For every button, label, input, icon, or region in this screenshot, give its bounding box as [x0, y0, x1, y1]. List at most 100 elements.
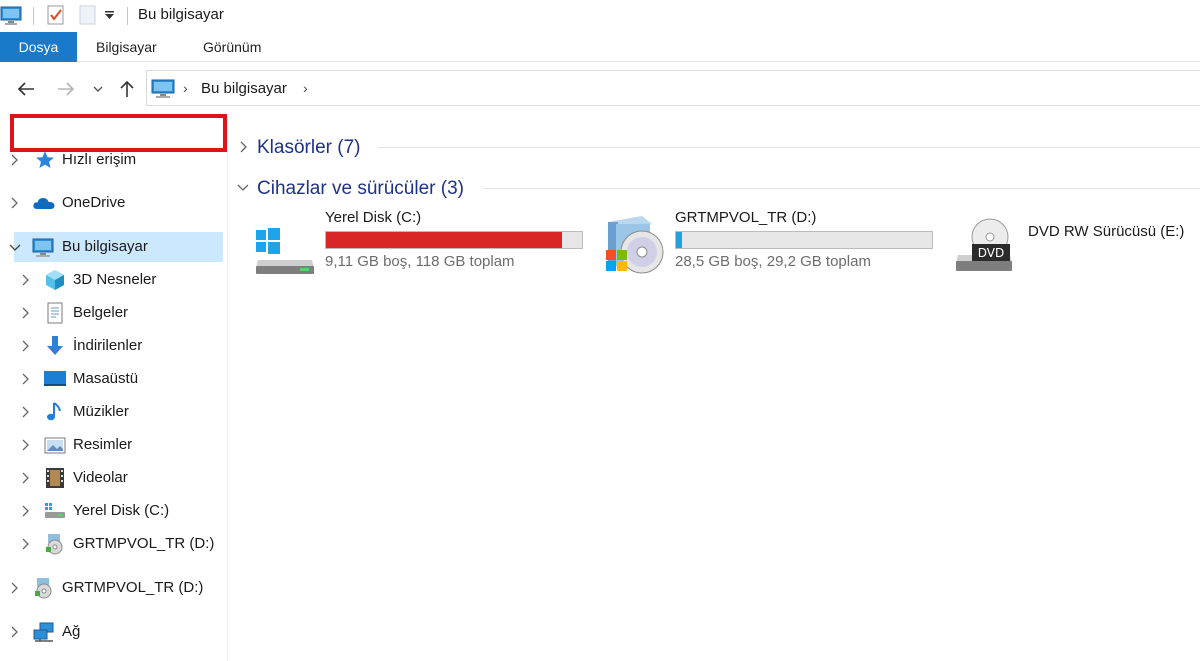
sidebar-item-local-disk-c[interactable]: Yerel Disk (C:): [0, 496, 226, 526]
tab-view[interactable]: Görünüm: [203, 32, 261, 62]
chevron-right-icon[interactable]: [8, 195, 22, 211]
chevron-right-icon[interactable]: [8, 580, 22, 596]
tab-file[interactable]: Dosya: [0, 32, 77, 62]
document-icon: [47, 302, 63, 324]
group-title: Klasörler (7): [257, 137, 361, 158]
group-title: Cihazlar ve sürücüler (3): [257, 178, 464, 199]
sidebar-item-pictures[interactable]: Resimler: [0, 430, 226, 460]
cloud-icon: [33, 198, 55, 209]
drive-tile-e[interactable]: DVD DVD RW Sürücüsü (E:): [952, 209, 1198, 279]
back-arrow-icon: [17, 82, 34, 96]
forward-button[interactable]: [55, 78, 77, 100]
dvd-drive-icon: DVD: [956, 218, 1012, 271]
chevron-right-icon[interactable]: [19, 470, 33, 486]
sidebar-item-music[interactable]: Müzikler: [0, 397, 226, 427]
customize-toolbar-dropdown-icon[interactable]: [103, 8, 117, 26]
sidebar-item-drive-d[interactable]: GRTMPVOL_TR (D:): [0, 529, 226, 559]
sidebar-item-drive-d-root[interactable]: GRTMPVOL_TR (D:): [0, 573, 226, 603]
group-divider: [483, 188, 1200, 189]
drive-tile-c[interactable]: Yerel Disk (C:) 9,11 GB boş, 118 GB topl…: [254, 209, 594, 279]
monitor-icon: [32, 238, 54, 257]
sidebar-item-label: GRTMPVOL_TR (D:): [73, 535, 215, 552]
drive-usage-fill: [676, 232, 683, 248]
chevron-right-icon[interactable]: [19, 536, 33, 552]
recent-locations-button[interactable]: [89, 78, 107, 100]
forward-arrow-icon: [58, 82, 75, 96]
drive-name: Yerel Disk (C:): [325, 209, 422, 226]
chevron-right-icon[interactable]: [19, 404, 33, 420]
chevron-right-icon[interactable]: [19, 305, 33, 321]
highlight-annotation: [10, 114, 227, 152]
drive-name: GRTMPVOL_TR (D:): [675, 209, 817, 226]
tab-computer[interactable]: Bilgisayar: [96, 32, 157, 62]
sidebar-item-desktop[interactable]: Masaüstü: [0, 364, 226, 394]
desktop-icon: [44, 371, 66, 386]
content-pane: Klasörler (7) Cihazlar ve sürücüler (3) …: [228, 114, 1200, 661]
sidebar-item-label: Masaüstü: [73, 370, 139, 387]
title-bar: Bu bilgisayar: [0, 0, 1200, 32]
drive-space-info: 28,5 GB boş, 29,2 GB toplam: [675, 253, 871, 270]
sidebar-item-label: GRTMPVOL_TR (D:): [62, 579, 204, 596]
chevron-right-icon[interactable]: [19, 437, 33, 453]
computer-icon[interactable]: [0, 4, 22, 30]
sidebar-item-label: Bu bilgisayar: [62, 238, 148, 255]
ribbon-tabs: Dosya Bilgisayar Görünüm: [0, 32, 1200, 62]
back-button[interactable]: [15, 78, 37, 100]
sidebar-item-documents[interactable]: Belgeler: [0, 298, 226, 328]
sidebar-item-onedrive[interactable]: OneDrive: [0, 188, 226, 218]
drive-space-info: 9,11 GB boş, 118 GB toplam: [325, 253, 515, 270]
group-divider: [378, 147, 1200, 148]
chevron-down-icon[interactable]: [8, 239, 22, 255]
up-button[interactable]: [116, 78, 138, 100]
navigation-bar: › Bu bilgisayar ›: [0, 62, 1200, 114]
navigation-pane: Hızlı erişim OneDrive Bu bilgisayar 3D N…: [0, 114, 228, 661]
properties-check-icon[interactable]: [45, 4, 67, 30]
windows-drive-icon: [256, 228, 314, 274]
setup-disc-icon: [35, 578, 52, 599]
breadcrumb-chevron-icon[interactable]: ›: [183, 80, 188, 96]
dvd-label: DVD: [978, 246, 1004, 260]
music-note-icon: [47, 402, 61, 421]
new-folder-icon[interactable]: [77, 4, 99, 30]
chevron-down-icon: [93, 86, 103, 92]
chevron-down-icon[interactable]: [236, 182, 250, 194]
sidebar-item-downloads[interactable]: İndirilenler: [0, 331, 226, 361]
sidebar-item-videos[interactable]: Videolar: [0, 463, 226, 493]
setup-disc-icon: [46, 534, 63, 555]
chevron-right-icon[interactable]: [19, 338, 33, 354]
sidebar-item-label: Resimler: [73, 436, 133, 453]
drive-usage-bar: [325, 231, 583, 249]
sidebar-item-label: Hızlı erişim: [62, 151, 137, 168]
sidebar-item-label: Yerel Disk (C:): [73, 502, 170, 519]
window-title: Bu bilgisayar: [138, 6, 224, 23]
film-icon: [46, 468, 64, 488]
network-icon: [33, 622, 54, 642]
drive-tile-d[interactable]: GRTMPVOL_TR (D:) 28,5 GB boş, 29,2 GB to…: [602, 209, 942, 279]
cube-icon: [46, 270, 64, 290]
group-folders[interactable]: Klasörler (7): [228, 132, 1200, 162]
drive-usage-fill: [326, 232, 563, 248]
sidebar-item-label: İndirilenler: [73, 337, 143, 354]
chevron-right-icon[interactable]: [19, 272, 33, 288]
address-bar[interactable]: › Bu bilgisayar ›: [146, 70, 1200, 106]
chevron-right-icon[interactable]: [8, 152, 22, 168]
chevron-right-icon[interactable]: [19, 371, 33, 387]
star-icon: [36, 151, 54, 168]
breadcrumb[interactable]: Bu bilgisayar: [201, 80, 287, 97]
sidebar-item-network[interactable]: Ağ: [0, 617, 226, 647]
sidebar-item-label: 3D Nesneler: [73, 271, 157, 288]
separator: [127, 7, 128, 25]
separator: [33, 7, 34, 25]
sidebar-item-3d-objects[interactable]: 3D Nesneler: [0, 265, 226, 295]
sidebar-item-label: Videolar: [73, 469, 128, 486]
sidebar-item-label: OneDrive: [62, 194, 126, 211]
chevron-right-icon[interactable]: [238, 140, 250, 154]
breadcrumb-chevron-icon[interactable]: ›: [303, 80, 308, 96]
group-devices[interactable]: Cihazlar ve sürücüler (3): [228, 173, 1200, 203]
sidebar-item-this-pc[interactable]: Bu bilgisayar: [9, 232, 223, 262]
drive-name: DVD RW Sürücüsü (E:): [1028, 223, 1185, 240]
sidebar-item-label: Ağ: [62, 623, 81, 640]
setup-disc-icon: [606, 216, 664, 274]
chevron-right-icon[interactable]: [19, 503, 33, 519]
chevron-right-icon[interactable]: [8, 624, 22, 640]
